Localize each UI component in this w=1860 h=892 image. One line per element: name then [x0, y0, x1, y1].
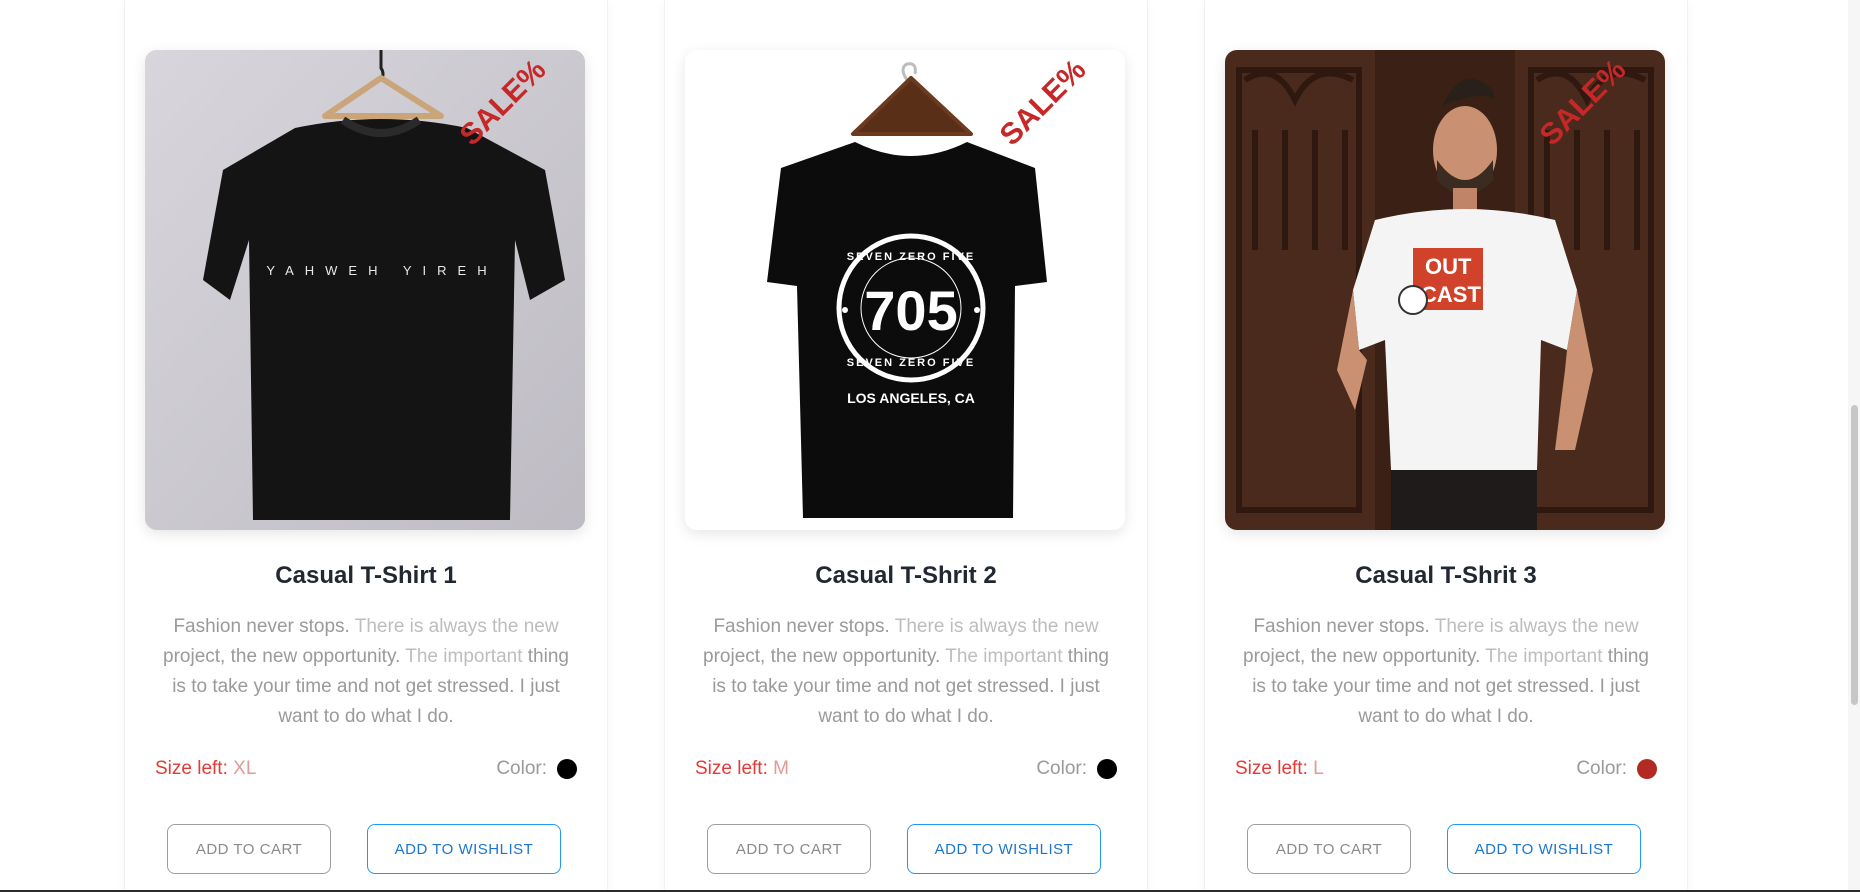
product-description: Fashion never stops. There is always the… [163, 616, 569, 727]
size-label: Size left: [1235, 758, 1308, 779]
size-value: L [1313, 758, 1324, 779]
product-title: Casual T-Shirt 1 [275, 562, 457, 589]
size-value: M [773, 758, 789, 779]
black-tshirt-image: YAHWEH YIREH [145, 50, 585, 530]
model-white-tshirt-image: OUT CAST [1225, 50, 1665, 530]
svg-text:SEVEN ZERO FIVE: SEVEN ZERO FIVE [847, 357, 975, 369]
color-label: Color: [1036, 758, 1087, 779]
svg-text:705: 705 [864, 279, 957, 342]
add-to-wishlist-button[interactable]: ADD TO WISHLIST [907, 824, 1101, 874]
scrollbar-thumb[interactable] [1851, 405, 1858, 705]
add-to-cart-button[interactable]: ADD TO CART [167, 824, 331, 874]
size-left: Size left: M [695, 758, 789, 780]
product-image[interactable]: SEVEN ZERO FIVE 705 SEVEN ZERO FIVE LOS … [685, 50, 1125, 530]
color-swatch[interactable] [1097, 759, 1117, 779]
size-left: Size left: XL [155, 758, 256, 780]
product-image[interactable]: OUT CAST [1225, 50, 1665, 530]
add-to-cart-button[interactable]: ADD TO CART [707, 824, 871, 874]
product-card: YAHWEH YIREH SALE% Casual T-Shirt 1 Fash… [124, 0, 608, 892]
black-tshirt-705-image: SEVEN ZERO FIVE 705 SEVEN ZERO FIVE LOS … [685, 50, 1125, 530]
add-to-wishlist-button[interactable]: ADD TO WISHLIST [367, 824, 561, 874]
product-description: Fashion never stops. There is always the… [1243, 616, 1649, 727]
product-title: Casual T-Shrit 3 [1355, 562, 1537, 589]
color-swatch[interactable] [1637, 759, 1657, 779]
add-to-wishlist-button[interactable]: ADD TO WISHLIST [1447, 824, 1641, 874]
color-info: Color: [1576, 758, 1657, 780]
product-image[interactable]: YAHWEH YIREH [145, 50, 585, 530]
svg-text:OUT: OUT [1425, 254, 1472, 279]
svg-text:YAHWEH YIREH: YAHWEH YIREH [266, 263, 497, 278]
size-left: Size left: L [1235, 758, 1324, 780]
color-swatch[interactable] [557, 759, 577, 779]
svg-text:SEVEN ZERO FIVE: SEVEN ZERO FIVE [847, 251, 975, 263]
size-label: Size left: [695, 758, 768, 779]
color-label: Color: [1576, 758, 1627, 779]
color-info: Color: [1036, 758, 1117, 780]
svg-text:CAST: CAST [1421, 282, 1481, 307]
color-label: Color: [496, 758, 547, 779]
product-grid: YAHWEH YIREH SALE% Casual T-Shirt 1 Fash… [0, 0, 1860, 892]
color-info: Color: [496, 758, 577, 780]
add-to-cart-button[interactable]: ADD TO CART [1247, 824, 1411, 874]
svg-text:LOS ANGELES, CA: LOS ANGELES, CA [847, 390, 975, 406]
product-card: OUT CAST SALE% Casual T-Shrit 3 Fashion … [1204, 0, 1688, 892]
product-title: Casual T-Shrit 2 [815, 562, 997, 589]
product-card: SEVEN ZERO FIVE 705 SEVEN ZERO FIVE LOS … [664, 0, 1148, 892]
size-value: XL [233, 758, 257, 779]
product-description: Fashion never stops. There is always the… [703, 616, 1109, 727]
size-label: Size left: [155, 758, 228, 779]
vertical-scrollbar[interactable] [1848, 0, 1860, 892]
